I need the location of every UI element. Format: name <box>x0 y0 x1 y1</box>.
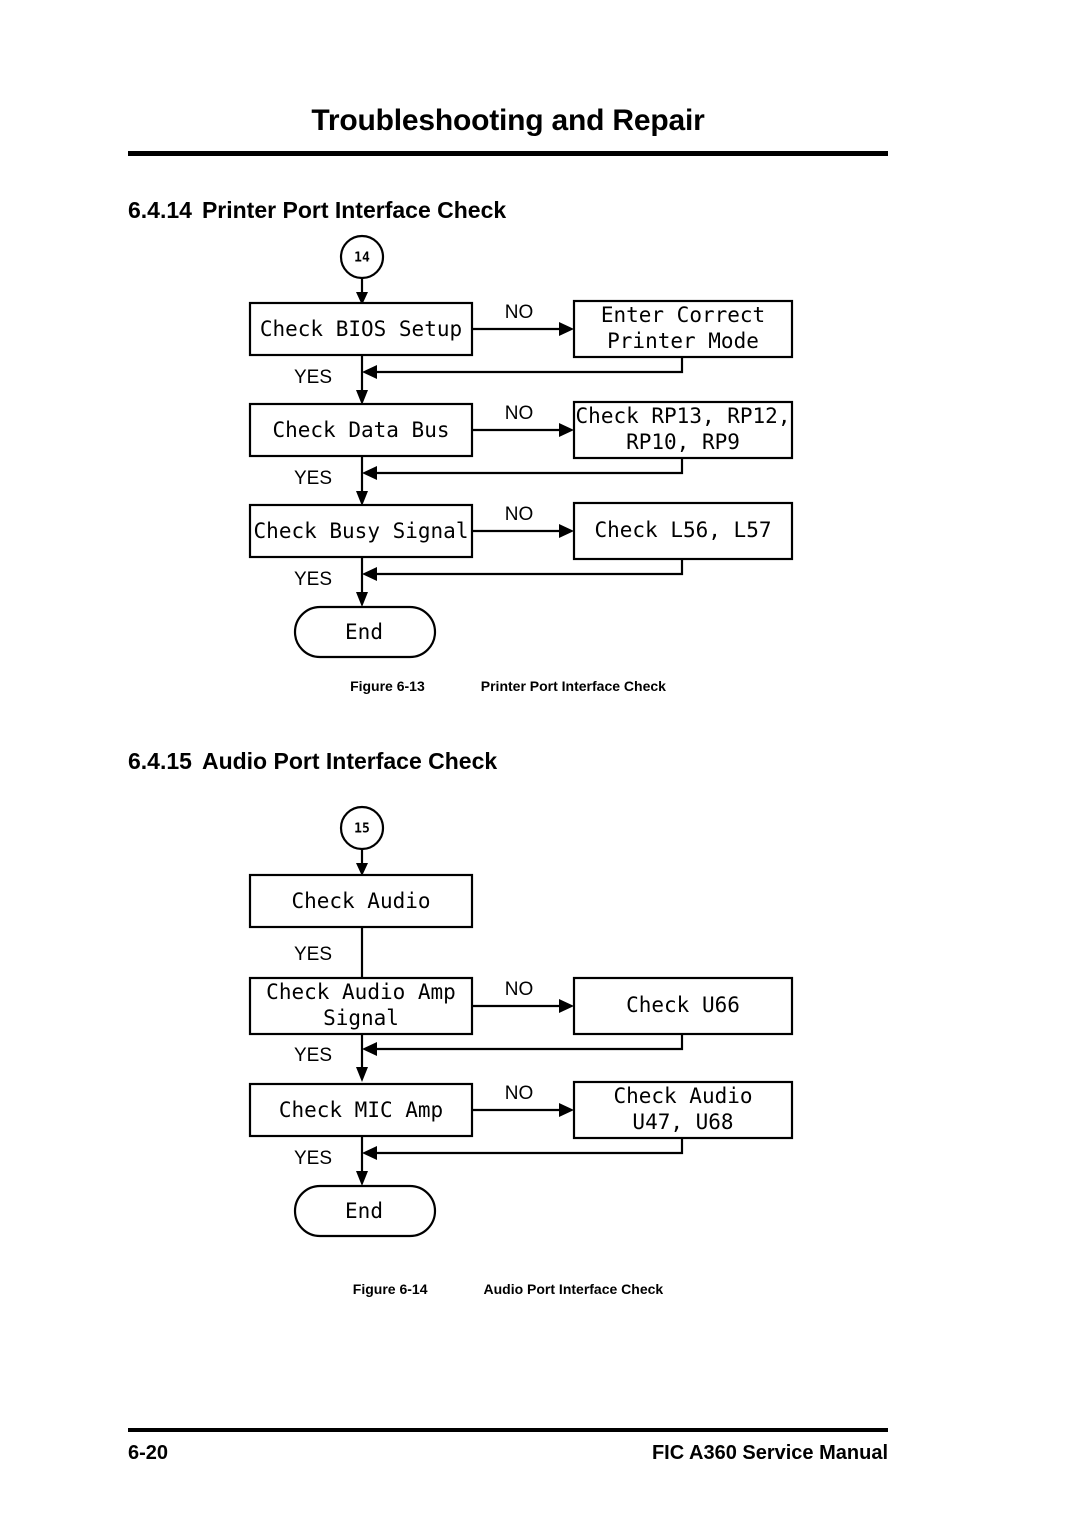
section-title: Audio Port Interface Check <box>201 748 498 774</box>
manual-name: FIC A360 Service Manual <box>651 1442 888 1464</box>
node-check-u66-label: Check U66 <box>626 993 740 1017</box>
edge-label-audio-yes-3: YES <box>294 1148 332 1169</box>
edge-box2-to-trunk <box>370 357 684 374</box>
section-number: 6.4.14 <box>128 197 192 223</box>
node-check-bios-setup-label: Check BIOS Setup <box>260 317 462 341</box>
node-check-data-bus-label: Check Data Bus <box>272 418 449 442</box>
figure-number: Figure 6-14 <box>352 1281 428 1297</box>
edge-audio-box5-to-trunk <box>370 1138 684 1155</box>
edge-label-no-1: NO <box>505 302 534 323</box>
page-number: 6-20 <box>128 1442 169 1464</box>
arrowhead-audio-box5-to-trunk <box>362 1146 377 1160</box>
edge-label-yes-1: YES <box>294 367 332 388</box>
node-check-l56-l57-label: Check L56, L57 <box>594 518 771 542</box>
arrowhead-box1-to-box3 <box>356 390 368 405</box>
figure-number: Figure 6-13 <box>350 678 425 694</box>
figure-caption-6-13: Figure 6-13 Printer Port Interface Check <box>128 678 888 694</box>
node-check-audio-amp-signal-line2: Signal <box>323 1006 399 1030</box>
node-check-rp-resistors-line1: Check RP13, RP12, <box>576 404 791 428</box>
edge-audio-box3-to-trunk <box>370 1034 684 1051</box>
arrowhead-audio-box2-to-box4 <box>356 1067 368 1082</box>
connector-circle-15-label: 15 <box>354 822 370 837</box>
edge-label-no-2: NO <box>505 403 534 424</box>
edge-label-yes-3: YES <box>294 569 332 590</box>
edge-label-yes-2: YES <box>294 468 332 489</box>
edge-box4-to-trunk <box>370 458 684 475</box>
arrowhead-box1-to-box2 <box>559 322 574 336</box>
section-title: Printer Port Interface Check <box>201 197 507 223</box>
node-check-audio-u47-u68-line1: Check Audio <box>613 1084 752 1108</box>
arrowhead-audio-box3-to-trunk <box>362 1042 377 1056</box>
arrowhead-box3-to-box5 <box>356 491 368 506</box>
figure-caption-6-14: Figure 6-14 Audio Port Interface Check <box>128 1281 888 1297</box>
page-footer: 6-20 FIC A360 Service Manual <box>128 1428 888 1478</box>
arrowhead-box4-to-trunk <box>362 466 377 480</box>
arrowhead-audio-box4-to-end <box>356 1171 368 1186</box>
manual-page: Troubleshooting and Repair 6.4.14 Printer… <box>0 0 1080 1527</box>
edge-label-no-3: NO <box>505 504 534 525</box>
edge-label-audio-no-1: NO <box>505 979 534 1000</box>
figure-title: Printer Port Interface Check <box>480 678 666 694</box>
arrowhead-box2-to-trunk <box>362 365 377 379</box>
node-check-busy-signal-label: Check Busy Signal <box>254 519 469 543</box>
figure-title: Audio Port Interface Check <box>483 1281 664 1297</box>
section-number: 6.4.15 <box>128 748 192 774</box>
node-enter-correct-printer-mode-line1: Enter Correct <box>601 303 765 327</box>
header-divider <box>128 151 888 156</box>
edge-label-audio-yes-2: YES <box>294 1045 332 1066</box>
node-check-audio-u47-u68-line2: U47, U68 <box>632 1110 733 1134</box>
arrowhead-box5-to-end <box>356 592 368 607</box>
flowchart-printer-port-interface-check: 14 Check BIOS Setup Enter Correct Printe… <box>0 230 1080 670</box>
arrowhead-box5-to-box6 <box>559 524 574 538</box>
edge-box6-to-trunk <box>370 559 684 576</box>
arrowhead-audio-box4-to-box5 <box>559 1103 574 1117</box>
arrowhead-audio-box2-to-box3 <box>559 999 574 1013</box>
node-end-terminator-label: End <box>345 620 383 644</box>
arrowhead-box6-to-trunk <box>362 567 377 581</box>
node-check-rp-resistors-line2: RP10, RP9 <box>626 430 740 454</box>
edge-label-audio-yes-1: YES <box>294 944 332 965</box>
node-enter-correct-printer-mode-line2: Printer Mode <box>607 329 759 353</box>
flowchart-audio-port-interface-check: 15 Check Audio YES Check Audio Amp Signa… <box>0 800 1080 1250</box>
node-check-mic-amp-label: Check MIC Amp <box>279 1098 443 1122</box>
node-check-audio-label: Check Audio <box>291 889 430 913</box>
arrowhead-box3-to-box4 <box>559 423 574 437</box>
edge-label-audio-no-2: NO <box>505 1083 534 1104</box>
footer-divider <box>128 1428 888 1432</box>
node-audio-end-terminator-label: End <box>345 1199 383 1223</box>
connector-circle-14-label: 14 <box>354 251 370 266</box>
node-check-audio-amp-signal-line1: Check Audio Amp <box>266 980 456 1004</box>
section-heading-6-4-15: 6.4.15 Audio Port Interface Check <box>128 748 497 775</box>
section-heading-6-4-14: 6.4.14 Printer Port Interface Check <box>128 197 506 224</box>
page-header: Troubleshooting and Repair <box>128 104 888 160</box>
page-title: Troubleshooting and Repair <box>311 104 705 137</box>
